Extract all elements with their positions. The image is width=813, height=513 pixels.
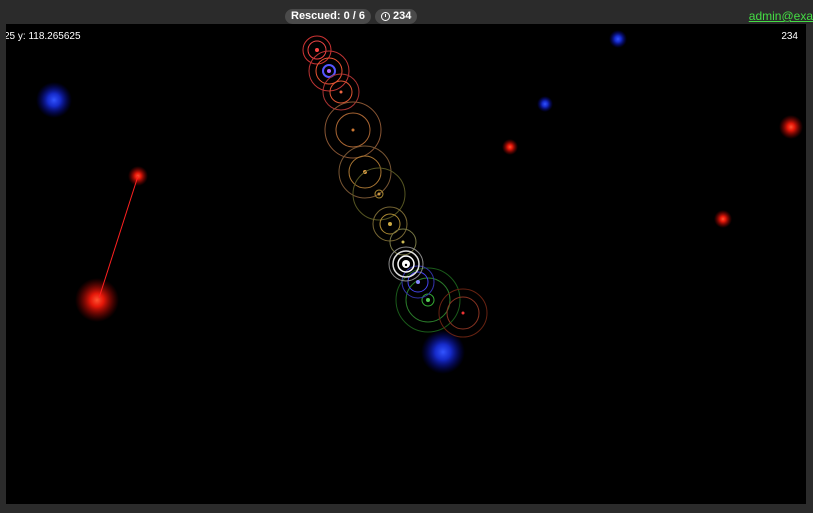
blue-orb [36,82,72,118]
red-orb [714,210,732,228]
status-badges: Rescued: 0 / 6 234 [285,9,418,24]
user-account-link[interactable]: admin@exa [749,9,813,23]
red-orb [779,115,803,139]
timer-label: 234 [392,10,412,22]
red-orb [502,139,518,155]
red-orb [75,278,119,322]
coordinates-readout: 25 y: 118.265625 [6,31,81,42]
timer-badge: 234 [374,9,418,24]
player-avatar [388,246,424,282]
top-bar: Rescued: 0 / 6 234 admin@exa [0,0,813,24]
game-scene [36,30,803,374]
blue-orb [609,30,627,48]
rescued-label: Rescued: 0 / 6 [291,10,365,22]
tether-line [98,175,139,299]
rescued-badge: Rescued: 0 / 6 [285,9,371,24]
ripple-trail [302,35,488,338]
game-canvas[interactable]: 25 y: 118.265625 234 [6,24,806,504]
timer-readout: 234 [781,31,798,42]
clock-icon [380,12,390,21]
blue-orb [537,96,553,112]
